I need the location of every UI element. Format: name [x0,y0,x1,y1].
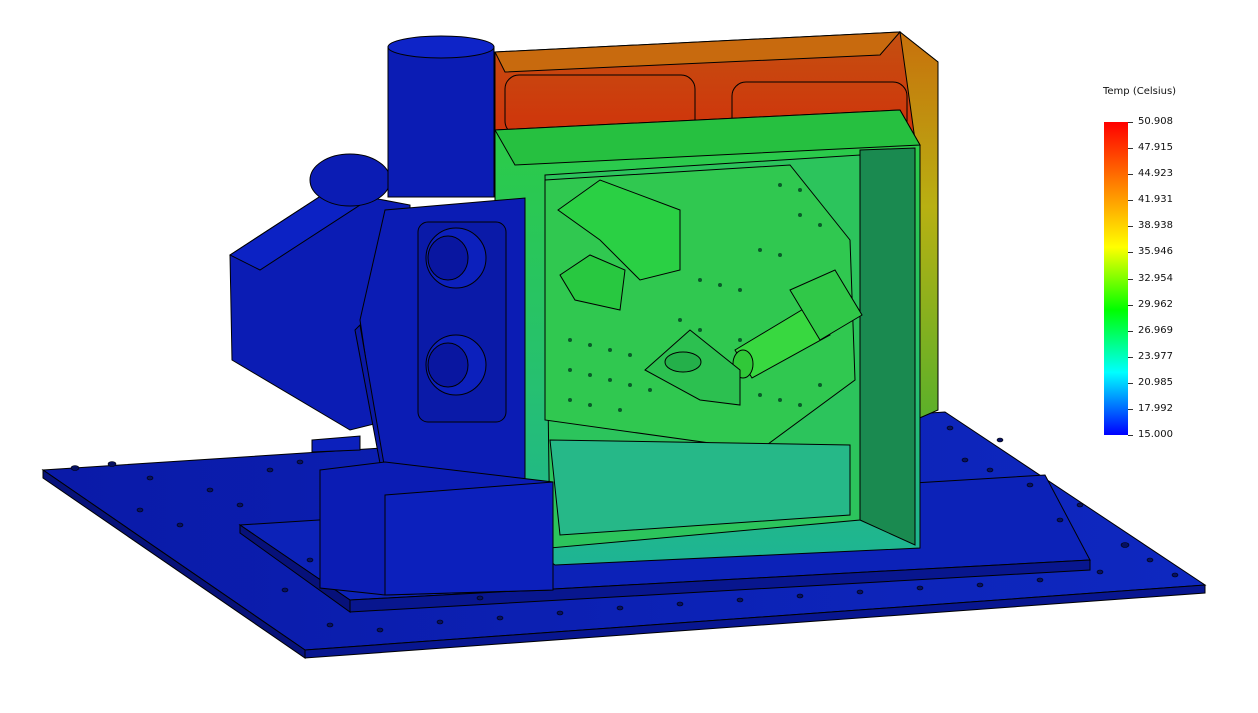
legend-tick-label: 15.000 [1138,429,1173,440]
legend-tick-label: 26.969 [1138,324,1173,336]
legend-tick-label: 20.985 [1138,376,1173,388]
legend-tick-label: 35.946 [1138,246,1173,258]
legend-tick-label: 47.915 [1138,142,1173,154]
legend-tick-mark [1128,200,1133,202]
optics-enclosure [494,109,921,566]
legend-tick-mark [1128,226,1133,228]
legend-tick-mark [1128,148,1133,150]
thermal-simulation-model [41,30,1207,659]
legend-tick-mark [1128,356,1133,358]
legend-title: Temp (Celsius) [1103,86,1177,97]
legend-tick-label: 50.908 [1138,116,1173,127]
legend-tick-label: 29.962 [1138,298,1173,310]
legend-tick-mark [1128,304,1133,306]
legend-colorbar [1104,122,1128,435]
legend-tick-label: 23.977 [1138,350,1173,362]
legend-tick-label: 32.954 [1138,272,1173,284]
legend-tick-mark [1128,174,1133,176]
legend-tick-mark [1128,252,1133,254]
legend-tick-mark [1128,122,1133,123]
legend-tick-label: 44.923 [1138,168,1173,180]
legend-tick-label: 38.938 [1138,220,1173,232]
temperature-legend: Temp (Celsius) 50.908 47.915 44.923 41.931 3… [1096,84,1206,444]
legend-tick-mark [1128,435,1133,436]
legend-tick-label: 41.931 [1138,194,1173,206]
legend-tick-mark [1128,278,1133,280]
legend-tick-mark [1128,382,1133,384]
legend-tick-label: 17.992 [1138,402,1173,414]
legend-tick-mark [1128,330,1133,332]
legend-tick-mark [1128,408,1133,410]
